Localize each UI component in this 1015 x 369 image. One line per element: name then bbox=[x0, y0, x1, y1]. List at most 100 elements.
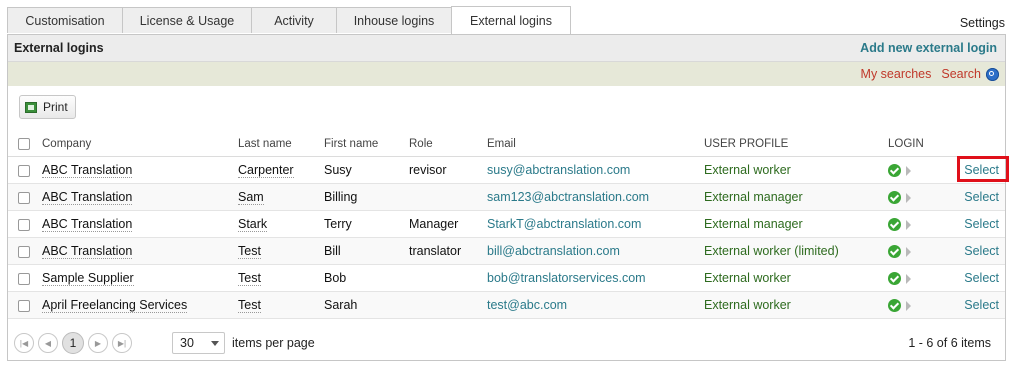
company-name[interactable]: ABC Translation bbox=[42, 217, 133, 232]
email-link[interactable]: test@abc.com bbox=[487, 298, 567, 312]
company-name[interactable]: ABC Translation bbox=[42, 163, 133, 178]
table-header-row: Company Last name First name Role Email … bbox=[8, 132, 1005, 157]
tab-license-usage[interactable]: License & Usage bbox=[122, 7, 252, 33]
search-label: Search bbox=[941, 67, 981, 81]
search-icon[interactable] bbox=[986, 67, 999, 81]
role bbox=[409, 183, 487, 211]
per-page-select[interactable]: 30 bbox=[172, 332, 225, 354]
print-label: Print bbox=[43, 100, 68, 114]
first-name: Sarah bbox=[324, 291, 409, 319]
play-arrow-icon[interactable] bbox=[906, 300, 911, 311]
company-name[interactable]: April Freelancing Services bbox=[42, 298, 188, 313]
per-page-label: items per page bbox=[232, 336, 315, 350]
first-name: Bob bbox=[324, 264, 409, 292]
tab-activity[interactable]: Activity bbox=[251, 7, 337, 33]
login-enabled-icon bbox=[888, 245, 901, 259]
first-name: Terry bbox=[324, 210, 409, 238]
tab-bar: Customisation License & Usage Activity I… bbox=[7, 6, 571, 35]
col-user-profile: USER PROFILE bbox=[704, 132, 888, 157]
email-link[interactable]: sam123@abctranslation.com bbox=[487, 190, 649, 204]
search-bar: My searches Search bbox=[8, 62, 1005, 86]
last-name[interactable]: Test bbox=[238, 244, 261, 259]
play-arrow-icon[interactable] bbox=[906, 192, 911, 203]
tab-external-logins[interactable]: External logins bbox=[451, 6, 571, 35]
toolbar: Print bbox=[8, 86, 1005, 132]
last-name[interactable]: Test bbox=[238, 298, 261, 313]
col-email[interactable]: Email bbox=[487, 132, 704, 157]
external-logins-panel: External logins Add new external login M… bbox=[7, 34, 1009, 361]
select-link[interactable]: Select bbox=[955, 156, 1009, 184]
select-link[interactable]: Select bbox=[955, 210, 1005, 238]
select-label: Select bbox=[964, 163, 999, 177]
print-button[interactable]: Print bbox=[19, 95, 76, 119]
role: Manager bbox=[409, 210, 487, 238]
row-checkbox[interactable] bbox=[18, 272, 30, 285]
row-checkbox[interactable] bbox=[18, 164, 30, 177]
first-name: Billing bbox=[324, 183, 409, 211]
role: revisor bbox=[409, 156, 487, 184]
col-role[interactable]: Role bbox=[409, 132, 487, 157]
email-link[interactable]: susy@abctranslation.com bbox=[487, 163, 630, 177]
table-row: ABC Translation Sam Billing sam123@abctr… bbox=[8, 183, 1005, 211]
play-arrow-icon[interactable] bbox=[906, 246, 911, 257]
item-count: 1 - 6 of 6 items bbox=[908, 336, 991, 350]
row-checkbox[interactable] bbox=[18, 299, 30, 312]
row-checkbox[interactable] bbox=[18, 245, 30, 258]
add-new-external-login-link[interactable]: Add new external login bbox=[860, 41, 997, 55]
col-last-name[interactable]: Last name bbox=[238, 132, 324, 157]
spreadsheet-icon bbox=[25, 101, 37, 113]
col-login: LOGIN bbox=[888, 132, 955, 157]
col-first-name[interactable]: First name bbox=[324, 132, 409, 157]
play-arrow-icon[interactable] bbox=[906, 273, 911, 284]
prev-page-icon[interactable]: ◀ bbox=[38, 333, 58, 353]
table-row: ABC Translation Test Bill translator bil… bbox=[8, 237, 1005, 265]
user-profile: External worker bbox=[704, 291, 888, 319]
user-profile: External worker bbox=[704, 156, 888, 184]
next-page-icon[interactable]: ▶ bbox=[88, 333, 108, 353]
first-page-icon[interactable]: |◀ bbox=[14, 333, 34, 353]
role bbox=[409, 291, 487, 319]
last-page-icon[interactable]: ▶| bbox=[112, 333, 132, 353]
login-enabled-icon bbox=[888, 191, 901, 205]
login-enabled-icon bbox=[888, 218, 901, 232]
email-link[interactable]: StarkT@abctranslation.com bbox=[487, 217, 641, 231]
select-all-checkbox[interactable] bbox=[18, 137, 30, 150]
per-page-value: 30 bbox=[180, 336, 194, 350]
company-name[interactable]: ABC Translation bbox=[42, 190, 133, 205]
last-name[interactable]: Stark bbox=[238, 217, 268, 232]
last-name[interactable]: Test bbox=[238, 271, 261, 286]
login-enabled-icon bbox=[888, 164, 901, 178]
company-name[interactable]: Sample Supplier bbox=[42, 271, 134, 286]
logins-table: Company Last name First name Role Email … bbox=[8, 132, 1009, 319]
my-searches-link[interactable]: My searches bbox=[861, 67, 932, 81]
user-profile: External worker bbox=[704, 264, 888, 292]
select-link[interactable]: Select bbox=[955, 291, 1005, 319]
settings-link[interactable]: Settings bbox=[960, 16, 1005, 30]
play-arrow-icon[interactable] bbox=[906, 219, 911, 230]
email-link[interactable]: bill@abctranslation.com bbox=[487, 244, 620, 258]
pager: |◀ ◀ 1 ▶ ▶| 30 items per page 1 - 6 of 6… bbox=[8, 328, 1005, 358]
company-name[interactable]: ABC Translation bbox=[42, 244, 133, 259]
last-name[interactable]: Carpenter bbox=[238, 163, 294, 178]
login-enabled-icon bbox=[888, 299, 901, 313]
search-link[interactable]: Search bbox=[941, 67, 999, 81]
select-link[interactable]: Select bbox=[955, 183, 1005, 211]
last-name[interactable]: Sam bbox=[238, 190, 264, 205]
col-company[interactable]: Company bbox=[32, 132, 238, 157]
user-profile: External manager bbox=[704, 210, 888, 238]
user-profile: External worker (limited) bbox=[704, 237, 888, 265]
first-name: Bill bbox=[324, 237, 409, 265]
current-page-button[interactable]: 1 bbox=[62, 332, 84, 354]
chevron-down-icon bbox=[211, 340, 219, 346]
tab-inhouse-logins[interactable]: Inhouse logins bbox=[336, 7, 452, 33]
select-link[interactable]: Select bbox=[955, 237, 1005, 265]
row-checkbox[interactable] bbox=[18, 218, 30, 231]
login-enabled-icon bbox=[888, 272, 901, 286]
select-link[interactable]: Select bbox=[955, 264, 1005, 292]
table-row: ABC Translation Stark Terry Manager Star… bbox=[8, 210, 1005, 238]
tab-customisation[interactable]: Customisation bbox=[7, 7, 123, 33]
play-arrow-icon[interactable] bbox=[906, 165, 911, 176]
row-checkbox[interactable] bbox=[18, 191, 30, 204]
table-row: April Freelancing Services Test Sarah te… bbox=[8, 291, 1005, 319]
email-link[interactable]: bob@translatorservices.com bbox=[487, 271, 646, 285]
